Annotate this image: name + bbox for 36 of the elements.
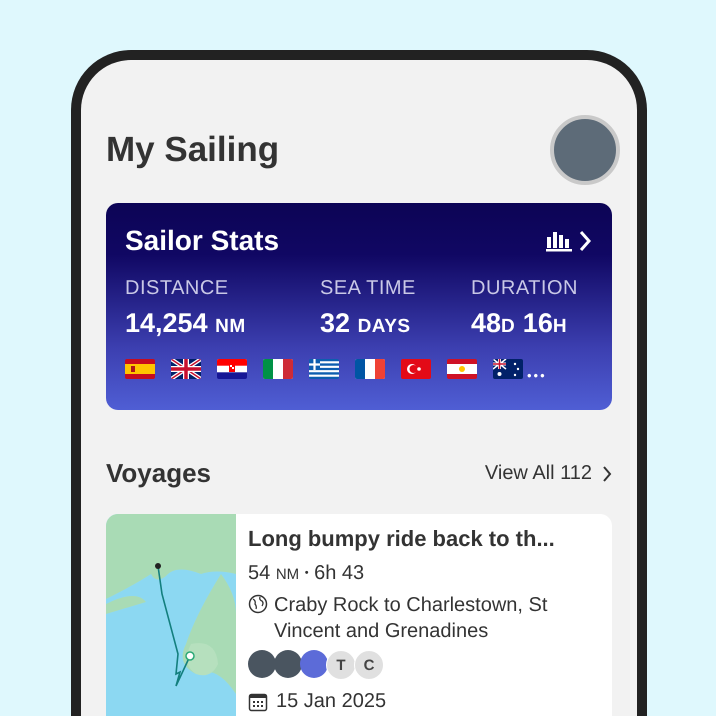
flag-icon: [401, 358, 431, 378]
flag-icon: [217, 358, 247, 378]
route-text: Craby Rock to Charlestown, St Vincent and Grenadines: [274, 593, 548, 644]
voyage-card[interactable]: Long bumpy ride back to th... 54 NM $^{•}$ 6h 43 Craby Rock to Charlestown, St Vincent and Grenadines T C 15 Jan 2025: [106, 514, 612, 716]
flag-icon: [355, 358, 385, 378]
crew-avatar: T: [326, 650, 356, 680]
crew-avatar: [274, 650, 302, 678]
voyage-title: Long bumpy ride back to th...: [248, 526, 556, 552]
stat-label: DISTANCE: [125, 277, 230, 300]
stat-value: 48D 16H: [471, 308, 568, 339]
calendar-icon: [248, 692, 268, 712]
bar-chart-icon: [546, 230, 572, 252]
stat-label: DURATION: [471, 277, 578, 300]
chevron-right-icon: [602, 464, 612, 482]
card-title: Sailor Stats: [125, 225, 280, 257]
crew-avatar: [248, 650, 276, 678]
chevron-right-icon: [578, 230, 592, 252]
stat-value: 32 DAYS: [320, 308, 412, 339]
crew-avatar: C: [354, 650, 384, 680]
view-all-link[interactable]: View All 112: [484, 462, 612, 485]
voyage-date: 15 Jan 2025: [276, 690, 386, 713]
voyage-stats: 54 NM $^{•}$ 6h 43: [248, 562, 366, 585]
stat-value: 14,254 NM: [125, 308, 247, 339]
flag-icon: [171, 358, 201, 378]
stat-label: SEA TIME: [320, 277, 417, 300]
more-indicator[interactable]: •••: [527, 368, 547, 383]
crew-avatar: [300, 650, 328, 678]
flag-icon: [263, 358, 293, 378]
flag-icon: [493, 358, 523, 378]
page-title: My Sailing: [106, 130, 280, 170]
stats-card[interactable]: Sailor Stats DISTANCE 14,254 NM SEA TIME 32 DAYS DURATION 48D 16H •••: [106, 203, 612, 410]
flag-icon: [125, 358, 155, 378]
globe-icon: [248, 594, 268, 614]
flag-icon: [447, 358, 477, 378]
section-title: Voyages: [106, 458, 212, 489]
flag-icon: [309, 358, 339, 378]
